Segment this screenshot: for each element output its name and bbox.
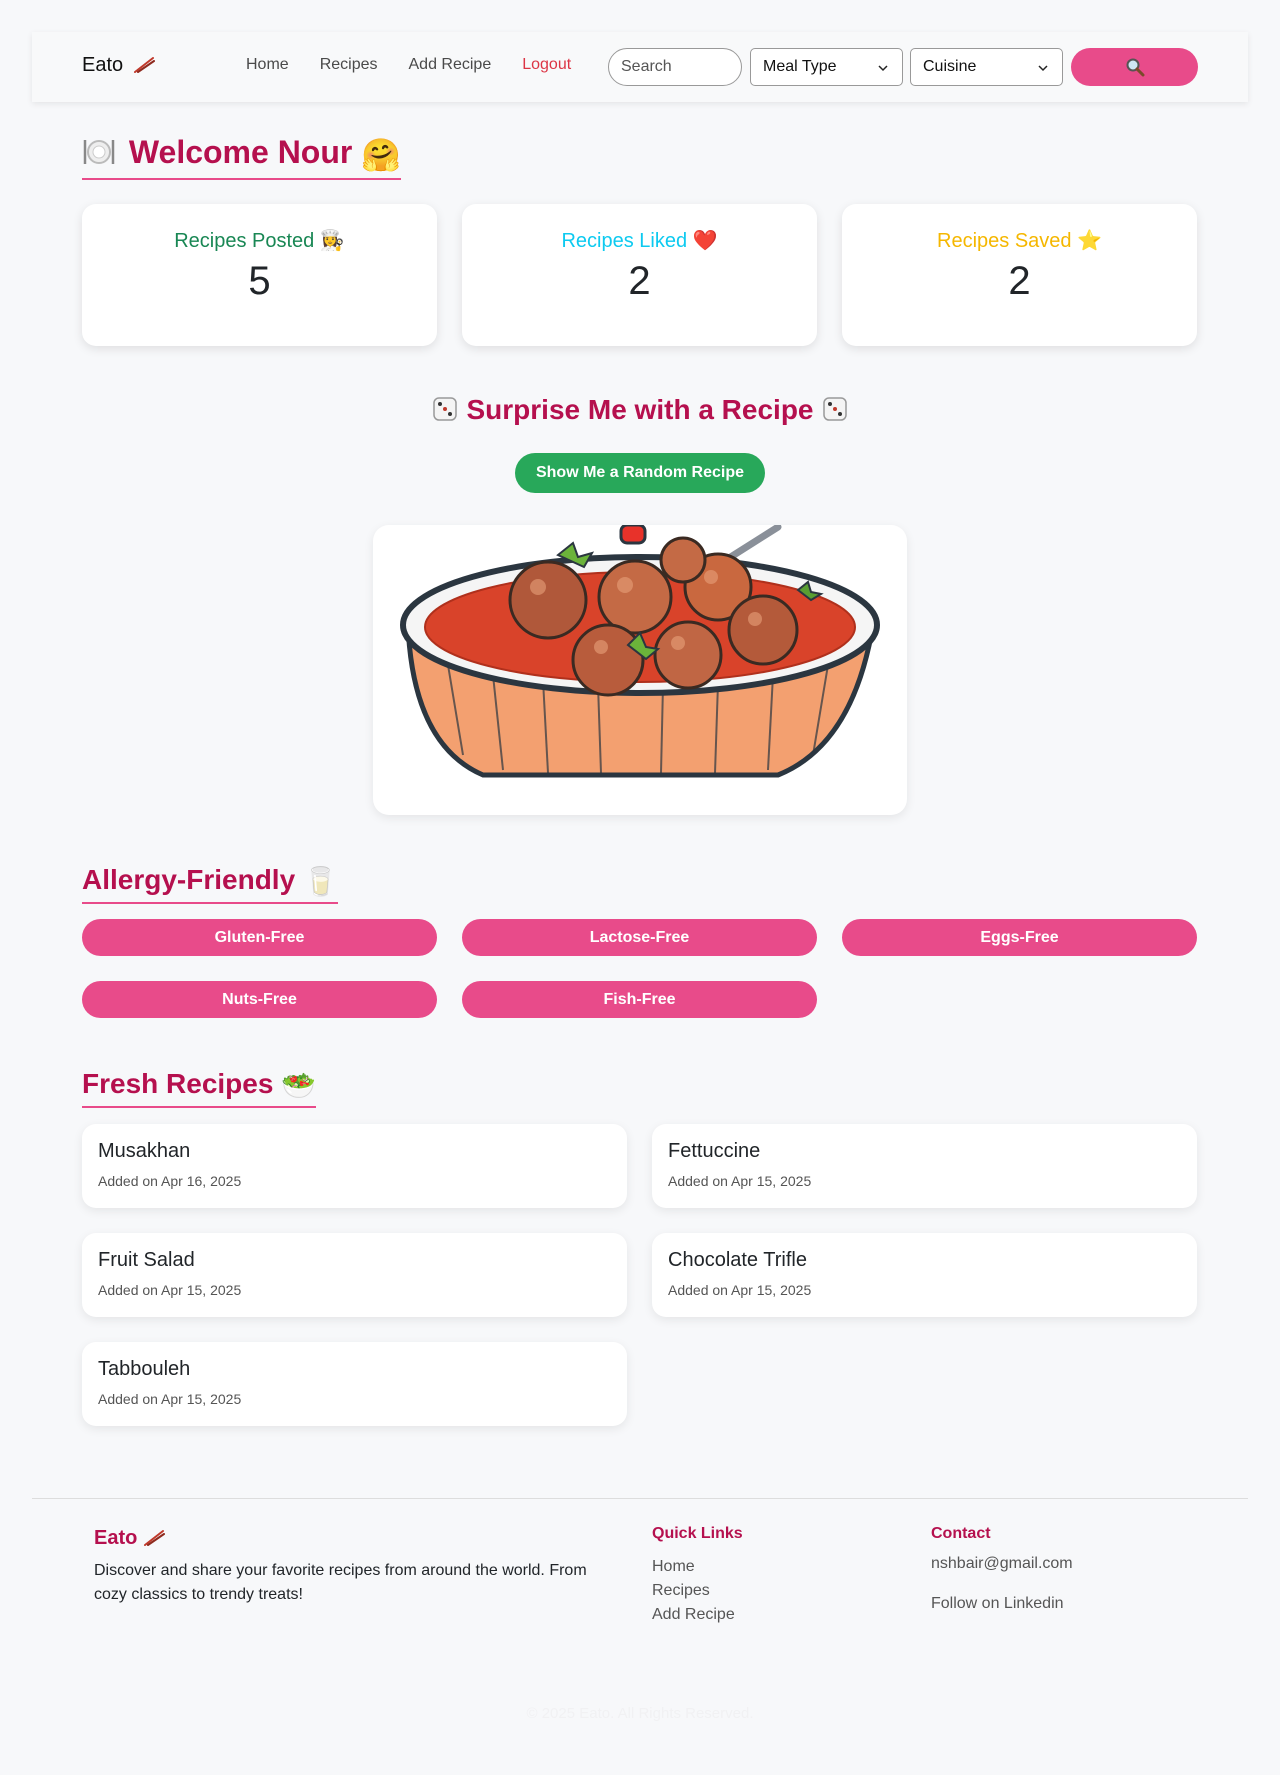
search-input[interactable]: Search	[608, 48, 742, 86]
star-icon: ⭐	[1077, 230, 1102, 252]
nav-links: Home Recipes Add Recipe Logout	[246, 56, 602, 74]
allergy-heading: Allergy-Friendly 🥛	[82, 864, 338, 905]
copyright: © 2025 Eato. All Rights Reserved.	[526, 1705, 754, 1722]
stat-label: Recipes Saved ⭐	[937, 230, 1102, 252]
meal-type-value: Meal Type	[763, 58, 837, 75]
recipe-name: Fruit Salad	[98, 1249, 195, 1271]
recipe-date: Added on Apr 15, 2025	[668, 1282, 812, 1298]
random-recipe-image[interactable]	[373, 525, 907, 815]
fresh-text: Fresh Recipes	[82, 1068, 274, 1099]
nav-recipes[interactable]: Recipes	[320, 56, 378, 74]
welcome-text: Welcome Nour	[128, 134, 353, 170]
search-icon	[1126, 58, 1144, 77]
recipe-name: Tabbouleh	[98, 1358, 191, 1380]
footer-link-add-recipe[interactable]: Add Recipe	[652, 1603, 735, 1627]
footer-link-home[interactable]: Home	[652, 1555, 735, 1579]
brand-name[interactable]: Eato	[82, 54, 123, 76]
recipe-name: Chocolate Trifle	[668, 1249, 807, 1271]
chopsticks-icon	[133, 57, 155, 73]
meal-type-select[interactable]: Meal Type	[750, 48, 903, 86]
chevron-down-icon	[878, 65, 888, 72]
quick-links-heading: Quick Links	[652, 1525, 743, 1542]
search-button[interactable]	[1071, 48, 1198, 86]
linkedin-link[interactable]: Follow on Linkedin	[931, 1595, 1064, 1613]
stat-value: 2	[1008, 259, 1031, 303]
recipe-name: Fettuccine	[668, 1140, 761, 1162]
filter-nuts-free[interactable]: Nuts-Free	[82, 981, 437, 1018]
filter-eggs-free[interactable]: Eggs-Free	[842, 919, 1197, 956]
meatball-soup-illustration	[400, 525, 880, 778]
stat-label: Recipes Posted 👩‍🍳	[174, 230, 345, 252]
stat-value: 5	[248, 259, 271, 303]
recipe-card[interactable]: Chocolate Trifle Added on Apr 15, 2025	[652, 1233, 1197, 1317]
recipe-card[interactable]: Fettuccine Added on Apr 15, 2025	[652, 1124, 1197, 1208]
chevron-down-icon	[1038, 65, 1048, 72]
recipe-date: Added on Apr 15, 2025	[668, 1173, 812, 1189]
recipe-name: Musakhan	[98, 1140, 191, 1162]
recipe-date: Added on Apr 15, 2025	[98, 1282, 242, 1298]
cuisine-select[interactable]: Cuisine	[910, 48, 1063, 86]
navbar: Eato Home Recipes Add Recipe Logout Sear…	[32, 32, 1248, 102]
recipe-card[interactable]: Musakhan Added on Apr 16, 2025	[82, 1124, 627, 1208]
random-recipe-button[interactable]: Show Me a Random Recipe	[515, 453, 765, 493]
milk-glass-icon: 🥛	[302, 866, 338, 898]
nav-add-recipe[interactable]: Add Recipe	[409, 56, 492, 74]
brand-logo[interactable]: Eato	[82, 54, 155, 77]
stat-label: Recipes Liked ❤️	[561, 230, 718, 252]
surprise-text: Surprise Me with a Recipe	[466, 394, 814, 425]
contact-email[interactable]: nshbair@gmail.com	[931, 1555, 1073, 1573]
plate-cutlery-icon	[83, 140, 115, 164]
welcome-heading: Welcome Nour 🤗	[82, 134, 402, 180]
recipe-card[interactable]: Fruit Salad Added on Apr 15, 2025	[82, 1233, 627, 1317]
footer-description: Discover and share your favorite recipes…	[94, 1562, 587, 1603]
recipe-card[interactable]: Tabbouleh Added on Apr 15, 2025	[82, 1342, 627, 1426]
hugging-face-icon: 🤗	[361, 136, 402, 173]
cuisine-value: Cuisine	[923, 58, 977, 75]
nav-logout[interactable]: Logout	[522, 56, 571, 74]
surprise-heading: Surprise Me with a Recipe	[0, 394, 1280, 426]
heart-icon: ❤️	[692, 230, 718, 252]
dice-icon	[432, 397, 457, 421]
footer-link-recipes[interactable]: Recipes	[652, 1579, 735, 1603]
quick-links: Home Recipes Add Recipe	[652, 1555, 735, 1627]
contact-heading: Contact	[931, 1525, 991, 1542]
allergy-text: Allergy-Friendly	[82, 864, 296, 895]
filter-gluten-free[interactable]: Gluten-Free	[82, 919, 437, 956]
salad-icon: 🥗	[281, 1070, 317, 1102]
stat-recipes-saved: Recipes Saved ⭐ 2	[842, 204, 1197, 346]
recipe-date: Added on Apr 15, 2025	[98, 1391, 242, 1407]
stat-recipes-liked: Recipes Liked ❤️ 2	[462, 204, 817, 346]
stat-value: 2	[628, 259, 651, 303]
chopsticks-icon	[143, 1530, 165, 1546]
footer-brand: Eato	[94, 1527, 165, 1550]
nav-home[interactable]: Home	[246, 56, 289, 74]
footer: Eato Discover and share your favorite re…	[32, 1498, 1248, 1738]
chef-icon: 👩‍🍳	[319, 230, 345, 252]
recipe-date: Added on Apr 16, 2025	[98, 1173, 242, 1189]
filter-fish-free[interactable]: Fish-Free	[462, 981, 817, 1018]
filter-lactose-free[interactable]: Lactose-Free	[462, 919, 817, 956]
stat-recipes-posted: Recipes Posted 👩‍🍳 5	[82, 204, 437, 346]
fresh-recipes-heading: Fresh Recipes 🥗	[82, 1068, 317, 1109]
dice-icon	[823, 397, 848, 421]
